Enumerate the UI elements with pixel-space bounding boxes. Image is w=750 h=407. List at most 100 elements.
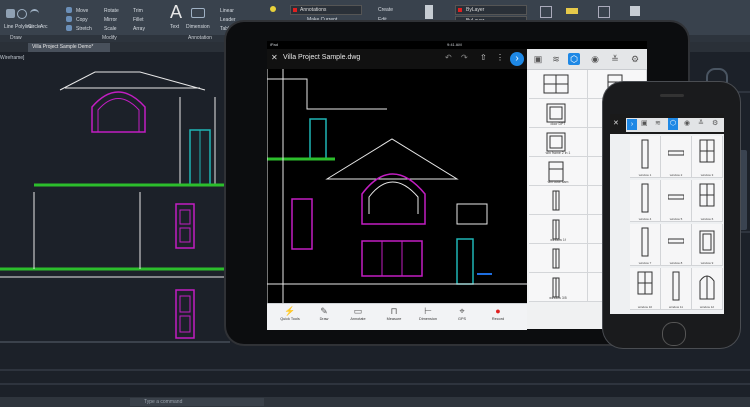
ribbon-trim-button[interactable]: Trim: [133, 8, 143, 14]
ribbon-leader-button[interactable]: Leader: [220, 17, 236, 23]
ribbon-line-button[interactable]: Line: [4, 24, 13, 30]
text-icon[interactable]: A: [170, 2, 182, 23]
measure-icon[interactable]: [566, 8, 578, 14]
panel-draw-label: Draw: [10, 35, 22, 41]
view-icon[interactable]: [598, 6, 610, 18]
ribbon-dimension-button[interactable]: Dimension: [186, 24, 210, 30]
block-preview: [641, 227, 649, 257]
ribbon-arc-button[interactable]: Arc: [40, 24, 48, 30]
block-label: window 3: [700, 173, 714, 177]
block-preview: [699, 275, 715, 300]
phone-block-tile[interactable]: window 1: [630, 136, 661, 178]
viewport-label[interactable]: Wireframe]: [0, 55, 24, 61]
phone-filter-icon[interactable]: ≚: [698, 119, 704, 127]
close-icon[interactable]: ✕: [271, 53, 278, 62]
more-icon[interactable]: ⋮: [496, 53, 504, 62]
block-tile[interactable]: win door sam: [529, 157, 588, 186]
block-library-icon[interactable]: ⬡: [568, 53, 580, 65]
block-preview: [546, 103, 566, 123]
blocks-icon[interactable]: ▣: [532, 53, 544, 65]
phone-close-icon[interactable]: ✕: [613, 119, 619, 127]
phone-block-tile[interactable]: window 2: [661, 136, 692, 178]
block-preview: [641, 139, 649, 169]
phone-block-tile[interactable]: window 3: [692, 136, 723, 178]
block-preview: [641, 183, 649, 213]
phone-eye-icon[interactable]: ◉: [684, 119, 690, 127]
filter-icon[interactable]: ≚: [609, 53, 621, 65]
line-icon[interactable]: [6, 9, 15, 18]
block-tile[interactable]: window 3/5: [529, 273, 588, 302]
roof-outline: [59, 71, 206, 91]
block-preview: [699, 139, 715, 163]
ribbon-fillet-button[interactable]: Fillet: [133, 17, 144, 23]
phone-block-tile[interactable]: window 4: [630, 180, 661, 222]
redo-icon[interactable]: ↷: [461, 53, 468, 62]
phone-expand-button[interactable]: ›: [627, 119, 637, 130]
ribbon-move-button[interactable]: Move: [76, 8, 88, 14]
block-tile[interactable]: [529, 186, 588, 215]
door-upper: [309, 118, 327, 160]
color-dropdown[interactable]: ByLayer: [455, 5, 527, 15]
ribbon-rotate-button[interactable]: Rotate: [104, 8, 119, 14]
window-lower: [175, 289, 195, 339]
circle-icon[interactable]: [17, 9, 27, 19]
phone-block-tile[interactable]: window 12: [692, 268, 723, 310]
layers-icon[interactable]: ≋: [550, 53, 562, 65]
gps-label: GPS: [457, 317, 467, 321]
block-create-button[interactable]: Create: [378, 7, 393, 13]
tablet-drawing[interactable]: [267, 69, 527, 303]
ribbon-linear-button[interactable]: Linear: [220, 8, 234, 14]
ribbon-text-button[interactable]: Text: [170, 24, 179, 30]
clipboard-icon[interactable]: [630, 6, 640, 16]
phone-layers-icon[interactable]: ≋: [655, 119, 661, 127]
phone-block-library-icon[interactable]: ⬡: [668, 118, 678, 130]
ribbon-circle-button[interactable]: Circle: [28, 24, 41, 30]
ribbon-copy-button[interactable]: Copy: [76, 17, 88, 23]
phone-block-tile[interactable]: window 5: [661, 180, 692, 222]
ribbon-stretch-button[interactable]: Stretch: [76, 26, 92, 32]
annotate-button[interactable]: ▭ Annotate: [338, 303, 378, 329]
phone-blocks-icon[interactable]: ▣: [641, 119, 648, 127]
roof-outline: [267, 78, 387, 110]
dimension-icon[interactable]: [191, 8, 205, 18]
layer-bulb-icon[interactable]: [270, 6, 276, 12]
properties-icon[interactable]: [425, 5, 433, 19]
gable-roof: [325, 138, 459, 180]
block-label: window 6: [700, 217, 714, 221]
ribbon-array-button[interactable]: Array: [133, 26, 145, 32]
arc-icon[interactable]: [30, 9, 39, 20]
block-tile[interactable]: win frame 2 in 1: [529, 128, 588, 157]
file-tab[interactable]: Villa Project Sample Demo*: [28, 43, 110, 52]
settings-icon[interactable]: ⚙: [629, 53, 641, 65]
phone-block-tile[interactable]: window 10: [630, 268, 661, 310]
stretch-icon[interactable]: [66, 25, 72, 31]
block-tile[interactable]: window 1f: [529, 215, 588, 244]
group-icon[interactable]: [540, 6, 552, 18]
block-tile[interactable]: door DPT: [529, 99, 588, 128]
share-icon[interactable]: ⇧: [480, 53, 487, 62]
layer-dropdown[interactable]: Annotations: [290, 5, 362, 15]
command-input[interactable]: Type a command: [130, 398, 264, 406]
expand-panel-button[interactable]: ›: [510, 52, 524, 66]
copy-icon[interactable]: [66, 16, 72, 22]
gps-button[interactable]: ⌖ GPS: [442, 303, 482, 329]
ribbon-mirror-button[interactable]: Mirror: [104, 17, 117, 23]
block-tile[interactable]: [529, 70, 588, 99]
block-tile[interactable]: [529, 244, 588, 273]
phone-block-tile[interactable]: window 11: [661, 268, 692, 310]
phone-settings-icon[interactable]: ⚙: [712, 119, 718, 127]
block-label: window 8: [669, 261, 683, 265]
phone-block-tile[interactable]: window 6: [692, 180, 723, 222]
phone-block-tile[interactable]: window 8: [661, 224, 692, 266]
phone-home-button[interactable]: [662, 322, 686, 346]
undo-icon[interactable]: ↶: [445, 53, 452, 62]
ribbon-scale-button[interactable]: Scale: [104, 26, 117, 32]
record-button[interactable]: ● Record: [478, 303, 518, 329]
phone-block-tile[interactable]: window 7: [630, 224, 661, 266]
arched-window: [91, 91, 146, 133]
drawing-title: Villa Project Sample.dwg: [283, 54, 361, 61]
phone-block-tile[interactable]: window 9: [692, 224, 723, 266]
move-icon[interactable]: [66, 7, 72, 13]
eye-icon[interactable]: ◉: [589, 53, 601, 65]
block-label: window 12: [699, 305, 715, 309]
